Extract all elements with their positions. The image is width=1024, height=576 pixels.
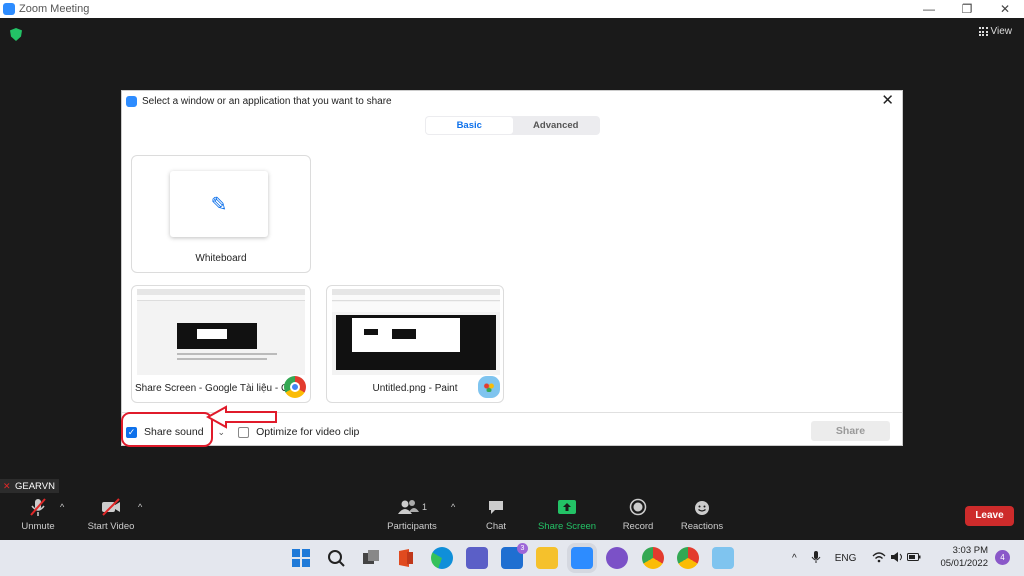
share-screen-button[interactable]: Share Screen [536,496,598,532]
chrome-profile-icon[interactable] [677,547,699,569]
dialog-title: Select a window or an application that y… [142,95,392,107]
clock-time: 3:03 PM [952,545,988,556]
participant-name: GEARVN [15,480,55,492]
security-shield-icon[interactable] [10,28,22,41]
annotation-oval [121,412,213,447]
participants-caret-icon[interactable]: ^ [451,502,455,512]
paint-window-card[interactable]: Untitled.png - Paint [326,285,504,403]
annotation-arrow-icon [206,405,277,429]
tab-basic[interactable]: Basic [426,117,513,134]
window-controls: — ❐ ✕ [910,0,1024,18]
paint-taskbar-icon[interactable] [712,547,734,569]
share-screen-label: Share Screen [537,521,597,532]
google-docs-window-card[interactable]: Share Screen - Google Tài liệu - G... [131,285,311,403]
zoom-icon [126,95,137,107]
teams-icon[interactable] [466,547,488,569]
participants-count: 1 [421,502,427,512]
dialog-header: Select a window or an application that y… [122,91,902,111]
language-indicator[interactable]: ENG [835,553,857,564]
grid-icon [978,27,988,36]
office-icon[interactable] [395,547,417,569]
chat-button[interactable]: Chat [482,496,510,532]
video-off-icon [102,498,120,516]
chrome-taskbar-icon[interactable] [642,547,664,569]
participants-label: Participants [387,521,437,532]
close-dialog-button[interactable]: ✕ [881,93,894,109]
paint-label: Untitled.png - Paint [372,383,458,394]
system-tray: ^ ENG [792,540,921,576]
chrome-icon [284,376,306,398]
mail-badge: 3 [517,543,528,554]
record-label: Record [622,521,654,532]
close-window-button[interactable]: ✕ [986,0,1024,18]
whiteboard-label: Whiteboard [195,253,247,264]
windows-start-icon[interactable] [290,547,312,569]
reactions-label: Reactions [680,521,724,532]
view-button[interactable]: View [978,26,1013,37]
zoom-app-icon [3,3,15,15]
video-options-caret-icon[interactable]: ^ [138,502,142,512]
leave-button[interactable]: Leave [965,506,1014,526]
meeting-toolbar: Unmute ^ Start Video ^ 1 Participants ^ … [0,496,1024,540]
minimize-button[interactable]: — [910,0,948,18]
record-button[interactable]: Record [620,496,656,532]
whiteboard-card[interactable]: ✎ Whiteboard [131,155,311,273]
reactions-button[interactable]: Reactions [678,496,726,532]
clock-date: 05/01/2022 [940,558,988,569]
zoom-taskbar-icon[interactable] [571,547,593,569]
muted-mic-icon: ✕ [3,480,11,491]
task-view-icon[interactable] [360,547,382,569]
share-screen-icon [558,500,576,514]
pencil-icon: ✎ [210,193,228,216]
windows-taskbar: 3 ^ ENG 3:03 PM 05/01/2022 4 [0,540,1024,576]
restore-button[interactable]: ❐ [948,0,986,18]
unmute-button[interactable]: Unmute [18,496,58,532]
start-video-label: Start Video [87,521,135,532]
participant-name-tag: ✕ GEARVN [0,479,59,493]
view-label: View [990,26,1013,37]
volume-icon[interactable] [890,551,903,566]
record-icon [629,498,647,516]
start-video-button[interactable]: Start Video [84,496,138,532]
google-docs-thumbnail [137,289,305,375]
unmute-label: Unmute [21,521,55,532]
mail-icon[interactable]: 3 [501,543,528,569]
participants-icon [397,500,419,514]
window-title: Zoom Meeting [19,3,90,15]
paint-thumbnail [332,289,500,375]
viber-icon[interactable] [606,547,628,569]
share-tabs: Basic Advanced [425,116,600,135]
show-hidden-icons-icon[interactable]: ^ [792,553,797,564]
share-button[interactable]: Share [811,421,890,441]
chat-icon [489,501,503,514]
system-clock[interactable]: 3:03 PM 05/01/2022 [936,544,988,570]
audio-options-caret-icon[interactable]: ^ [60,502,64,512]
edge-icon[interactable] [431,547,453,569]
paint-icon [478,376,500,398]
reactions-icon [695,501,709,515]
file-explorer-icon[interactable] [536,547,558,569]
tab-advanced[interactable]: Advanced [513,117,600,134]
title-bar: Zoom Meeting — ❐ ✕ [0,0,1024,18]
wifi-icon[interactable] [872,551,886,566]
notification-badge[interactable]: 4 [995,550,1010,565]
battery-icon[interactable] [907,552,921,565]
chat-label: Chat [485,521,507,532]
participants-button[interactable]: 1 Participants [384,496,440,532]
microphone-icon[interactable] [811,550,821,567]
search-icon[interactable] [325,547,347,569]
share-dialog: Select a window or an application that y… [121,90,903,446]
muted-microphone-icon [30,498,46,516]
whiteboard-preview: ✎ [170,171,268,237]
